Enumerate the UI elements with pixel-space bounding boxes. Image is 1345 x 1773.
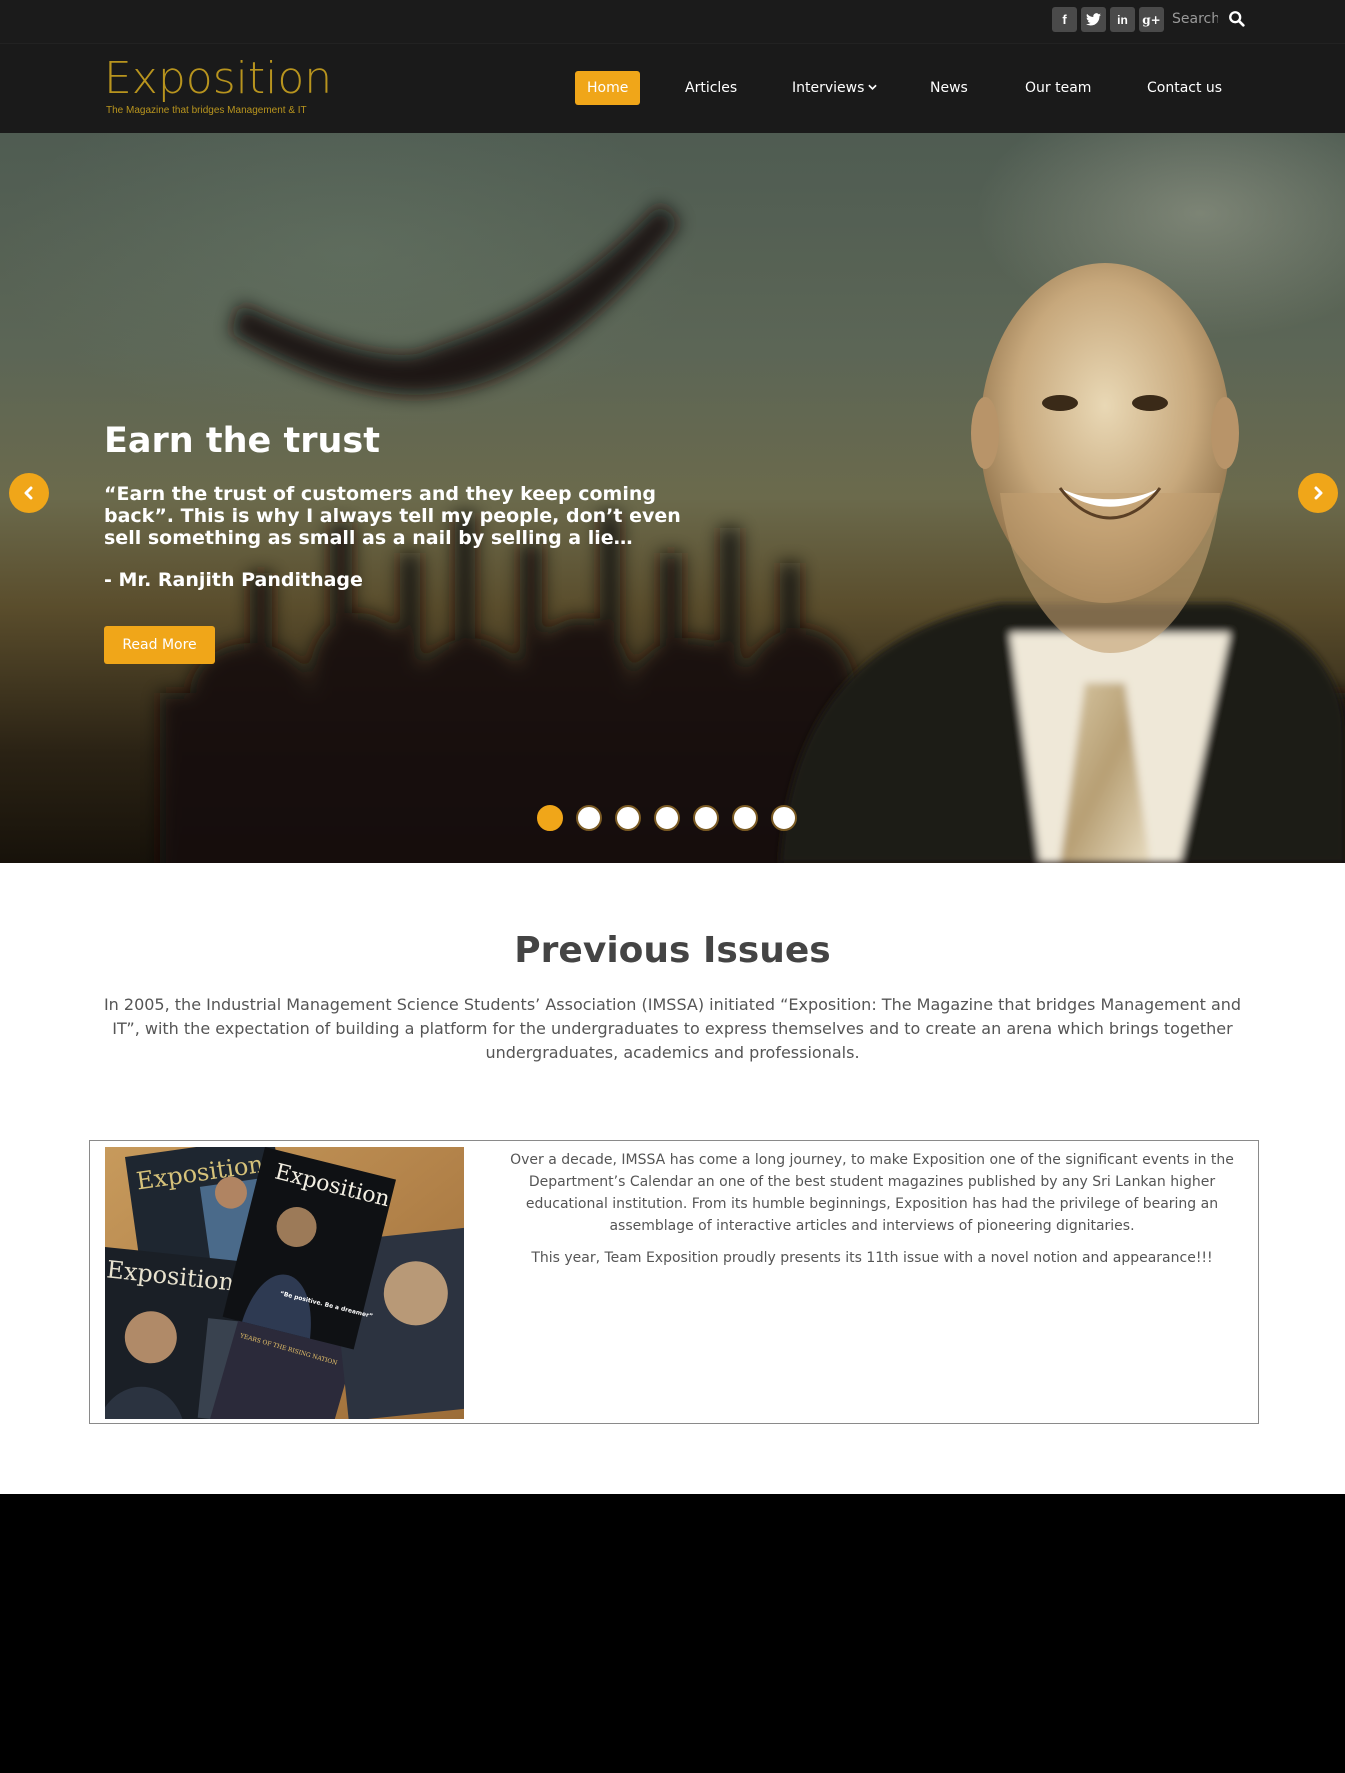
social-links: f in g+ xyxy=(1052,7,1164,32)
slider-dot[interactable] xyxy=(771,805,797,831)
logo-tagline: The Magazine that bridges Management & I… xyxy=(106,105,307,116)
slide-quote: “Earn the trust of customers and they ke… xyxy=(104,483,681,549)
slide-title: Earn the trust xyxy=(104,421,380,461)
twitter-icon[interactable] xyxy=(1081,7,1106,32)
portrait xyxy=(780,603,1345,863)
slide-author: - Mr. Ranjith Pandithage xyxy=(104,569,363,591)
footer xyxy=(0,1494,1345,1773)
slider-dot[interactable] xyxy=(654,805,680,831)
chevron-left-icon xyxy=(24,486,33,500)
nav-our-team[interactable]: Our team xyxy=(1025,71,1091,105)
slider-prev-button[interactable] xyxy=(9,473,49,513)
nav-home[interactable]: Home xyxy=(575,71,641,105)
previous-issues-title: Previous Issues xyxy=(514,930,831,971)
linkedin-icon[interactable]: in xyxy=(1110,7,1135,32)
slider-dot[interactable] xyxy=(576,805,602,831)
facebook-icon[interactable]: f xyxy=(1052,7,1077,32)
nav-articles[interactable]: Articles xyxy=(685,71,737,105)
nav-interviews[interactable]: Interviews xyxy=(792,71,878,105)
previous-issues-description: In 2005, the Industrial Management Scien… xyxy=(103,995,1242,1062)
read-more-button[interactable]: Read More xyxy=(104,626,215,664)
previous-issues-card-text: Over a decade, IMSSA has come a long jou… xyxy=(502,1149,1242,1279)
chevron-down-icon xyxy=(868,84,878,90)
card-paragraph: This year, Team Exposition proudly prese… xyxy=(531,1250,1213,1266)
top-bar: f in g+ xyxy=(0,0,1345,44)
card-paragraph: Over a decade, IMSSA has come a long jou… xyxy=(510,1152,1234,1234)
slider-next-button[interactable] xyxy=(1298,473,1338,513)
slider-dot[interactable] xyxy=(693,805,719,831)
slider-dot[interactable] xyxy=(615,805,641,831)
magazine-covers-image: Exposition Exposition YEARS OF THE RISIN… xyxy=(105,1147,464,1419)
search-input[interactable] xyxy=(1172,8,1218,30)
nav-contact-us[interactable]: Contact us xyxy=(1147,71,1222,105)
hero-slider: Earn the trust “Earn the trust of custom… xyxy=(0,133,1345,863)
search-icon[interactable] xyxy=(1228,10,1246,28)
google-plus-icon[interactable]: g+ xyxy=(1139,7,1164,32)
main-navbar: Exposition The Magazine that bridges Man… xyxy=(0,44,1345,133)
nav-news[interactable]: News xyxy=(930,71,968,105)
chevron-right-icon xyxy=(1314,486,1323,500)
previous-issues-card: Exposition Exposition YEARS OF THE RISIN… xyxy=(89,1140,1259,1424)
slider-dot[interactable] xyxy=(537,805,563,831)
slider-pagination xyxy=(537,805,797,831)
main-nav: Home Articles Interviews News Our team C… xyxy=(0,71,1345,105)
slider-dot[interactable] xyxy=(732,805,758,831)
